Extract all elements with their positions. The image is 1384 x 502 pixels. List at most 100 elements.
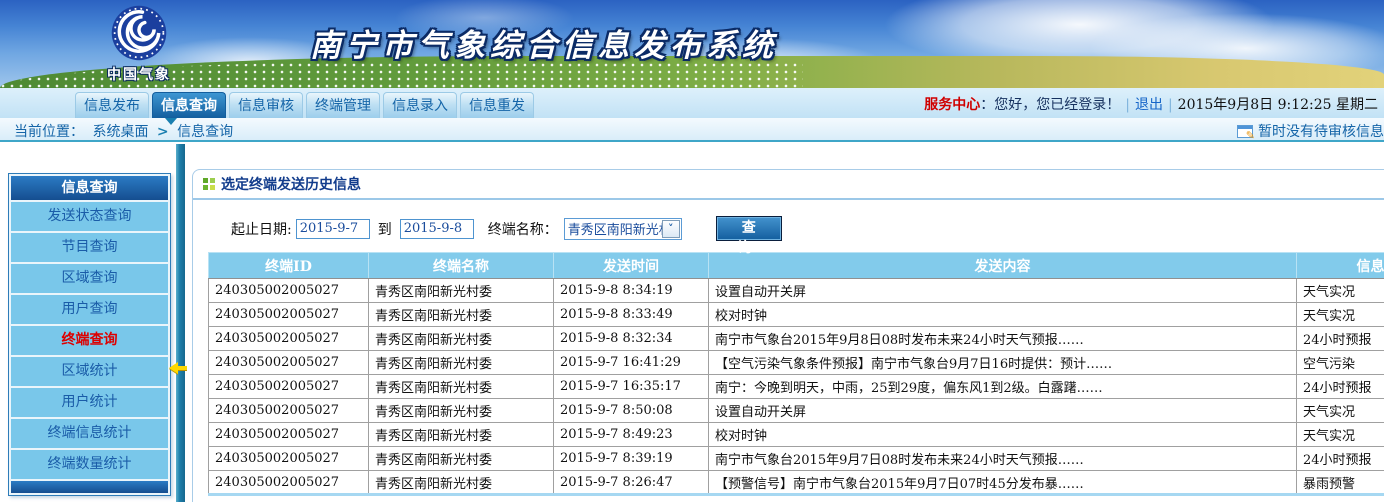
table-row[interactable]: 240305002005027青秀区南阳新光村委2015-9-7 8:26:47… <box>209 471 1384 495</box>
user-info: 服务中心：您好，您已经登录！ | 退出 | 2015年9月8日 9:12:25 星期二 <box>924 94 1378 114</box>
table-cell: 暴雨预警 <box>1297 471 1384 495</box>
sidebar-item[interactable]: 终端查询 <box>11 326 168 355</box>
table-cell: 240305002005027 <box>209 279 369 303</box>
page-title: 南宁市气象综合信息发布系统 <box>310 20 778 65</box>
sidebar-item[interactable]: 节目查询 <box>11 233 168 262</box>
table-cell: 2015-9-7 8:39:19 <box>554 447 709 471</box>
separator: | <box>1168 97 1173 113</box>
table-cell: 2015-9-8 8:32:34 <box>554 327 709 351</box>
sidebar-divider-bar[interactable] <box>176 144 185 502</box>
table-cell: 设置自动开关屏 <box>709 279 1297 303</box>
nav-tab[interactable]: 终端管理 <box>306 92 380 118</box>
table-header-row: 终端ID终端名称发送时间发送内容信息位 <box>209 253 1384 279</box>
breadcrumb: 当前位置： 系统桌面 > 信息查询 <box>14 121 237 141</box>
table-cell: 2015-9-7 8:50:08 <box>554 399 709 423</box>
sidebar-item[interactable]: 终端信息统计 <box>11 419 168 448</box>
table-cell: 2015-9-8 8:34:19 <box>554 279 709 303</box>
table-cell: 天气实况 <box>1297 279 1384 303</box>
table-cell: 2015-9-7 8:26:47 <box>554 471 709 495</box>
nav-tab[interactable]: 信息发布 <box>75 92 149 118</box>
sidebar-item[interactable]: 区域查询 <box>11 264 168 293</box>
sidebar-item[interactable]: 发送状态查询 <box>11 202 168 231</box>
table-cell: 青秀区南阳新光村委 <box>369 303 554 327</box>
panel-title: 选定终端发送历史信息 <box>221 174 361 194</box>
collapse-sidebar-arrow-icon[interactable] <box>169 362 178 374</box>
sidebar-item[interactable]: 区域统计 <box>11 357 168 386</box>
date-from-input[interactable] <box>296 219 370 239</box>
column-header: 信息位 <box>1297 253 1384 279</box>
panel-header: 选定终端发送历史信息 <box>193 170 1384 200</box>
table-row[interactable]: 240305002005027青秀区南阳新光村委2015-9-7 8:50:08… <box>209 399 1384 423</box>
table-row[interactable]: 240305002005027青秀区南阳新光村委2015-9-7 8:49:23… <box>209 423 1384 447</box>
table-row[interactable]: 240305002005027青秀区南阳新光村委2015-9-7 8:39:19… <box>209 447 1384 471</box>
sidebar: 信息查询 发送状态查询节目查询区域查询用户查询终端查询区域统计用户统计终端信息统… <box>8 173 171 496</box>
table-cell: 240305002005027 <box>209 327 369 351</box>
column-header: 发送时间 <box>554 253 709 279</box>
table-cell: 240305002005027 <box>209 375 369 399</box>
navbar: 信息发布信息查询信息审核终端管理信息录入信息重发 服务中心：您好，您已经登录！ |… <box>0 88 1384 118</box>
breadcrumb-current-link[interactable]: 信息查询 <box>177 124 233 140</box>
separator: | <box>1125 97 1130 113</box>
content-area: 信息查询 发送状态查询节目查询区域查询用户查询终端查询区域统计用户统计终端信息统… <box>0 144 1384 502</box>
cma-logo: 中国气象 <box>84 4 194 84</box>
terminal-select[interactable]: 青秀区南阳新光村委 ˅ <box>564 218 682 240</box>
table-cell: 青秀区南阳新光村委 <box>369 471 554 495</box>
sidebar-header: 信息查询 <box>11 176 168 200</box>
query-form: 起止日期: 到 终端名称： 青秀区南阳新光村委 ˅ 查 询 <box>231 216 1384 241</box>
table-cell: 24小时预报 <box>1297 327 1384 351</box>
table-cell: 240305002005027 <box>209 399 369 423</box>
chevron-down-icon[interactable]: ˅ <box>662 220 680 238</box>
table-cell: 青秀区南阳新光村委 <box>369 447 554 471</box>
nav-tab[interactable]: 信息审核 <box>229 92 303 118</box>
nav-tab[interactable]: 信息录入 <box>383 92 457 118</box>
column-header: 发送内容 <box>709 253 1297 279</box>
table-cell: 24小时预报 <box>1297 447 1384 471</box>
sidebar-items: 发送状态查询节目查询区域查询用户查询终端查询区域统计用户统计终端信息统计终端数量… <box>11 202 168 479</box>
date-to-input[interactable] <box>400 219 474 239</box>
table-cell: 青秀区南阳新光村委 <box>369 399 554 423</box>
review-notice-text: 暂时没有待审核信息 <box>1258 121 1384 141</box>
breadcrumb-root-link[interactable]: 系统桌面 <box>92 124 148 140</box>
logout-link[interactable]: 退出 <box>1135 97 1163 113</box>
sidebar-item[interactable]: 用户统计 <box>11 388 168 417</box>
table-cell: 校对时钟 <box>709 423 1297 447</box>
table-cell: 天气实况 <box>1297 303 1384 327</box>
table-cell: 南宁市气象台2015年9月8日08时发布未来24小时天气预报…… <box>709 327 1297 351</box>
table-row[interactable]: 240305002005027青秀区南阳新光村委2015-9-7 16:35:1… <box>209 375 1384 399</box>
table-cell: 青秀区南阳新光村委 <box>369 351 554 375</box>
table-cell: 2015-9-7 8:49:23 <box>554 423 709 447</box>
sidebar-item[interactable]: 用户查询 <box>11 295 168 324</box>
nav-tabs: 信息发布信息查询信息审核终端管理信息录入信息重发 <box>75 92 534 118</box>
nav-tab[interactable]: 信息查询 <box>152 92 226 118</box>
datetime-text: 2015年9月8日 9:12:25 星期二 <box>1178 97 1378 113</box>
notepad-pencil-icon <box>1237 125 1253 138</box>
table-cell: 【预警信号】南宁市气象台2015年9月7日07时45分发布暴…… <box>709 471 1297 495</box>
table-row[interactable]: 240305002005027青秀区南阳新光村委2015-9-8 8:33:49… <box>209 303 1384 327</box>
nav-tab[interactable]: 信息重发 <box>460 92 534 118</box>
greeting-text: ：您好，您已经登录！ <box>980 97 1120 113</box>
sidebar-item[interactable]: 终端数量统计 <box>11 450 168 479</box>
table-cell: 青秀区南阳新光村委 <box>369 423 554 447</box>
table-row[interactable]: 240305002005027青秀区南阳新光村委2015-9-8 8:34:19… <box>209 279 1384 303</box>
service-center-label: 服务中心 <box>924 97 980 113</box>
table-cell: 青秀区南阳新光村委 <box>369 375 554 399</box>
main-panel: 选定终端发送历史信息 起止日期: 到 终端名称： 青秀区南阳新光村委 ˅ 查 询… <box>192 169 1384 502</box>
table-cell: 南宁市气象台2015年9月7日08时发布未来24小时天气预报…… <box>709 447 1297 471</box>
query-button[interactable]: 查 询 <box>716 216 782 241</box>
table-cell: 24小时预报 <box>1297 375 1384 399</box>
table-cell: 240305002005027 <box>209 447 369 471</box>
review-notice: 暂时没有待审核信息 <box>1237 121 1384 141</box>
breadcrumb-separator: > <box>157 124 169 140</box>
table-cell: 校对时钟 <box>709 303 1297 327</box>
column-header: 终端名称 <box>369 253 554 279</box>
table-cell: 设置自动开关屏 <box>709 399 1297 423</box>
breadcrumb-label: 当前位置： <box>14 124 84 140</box>
cma-spiral-icon <box>110 4 168 62</box>
table-row[interactable]: 240305002005027青秀区南阳新光村委2015-9-7 16:41:2… <box>209 351 1384 375</box>
table-cell: 天气实况 <box>1297 399 1384 423</box>
table-cell: 240305002005027 <box>209 303 369 327</box>
table-cell: 青秀区南阳新光村委 <box>369 327 554 351</box>
table-cell: 青秀区南阳新光村委 <box>369 279 554 303</box>
table-row[interactable]: 240305002005027青秀区南阳新光村委2015-9-8 8:32:34… <box>209 327 1384 351</box>
column-header: 终端ID <box>209 253 369 279</box>
